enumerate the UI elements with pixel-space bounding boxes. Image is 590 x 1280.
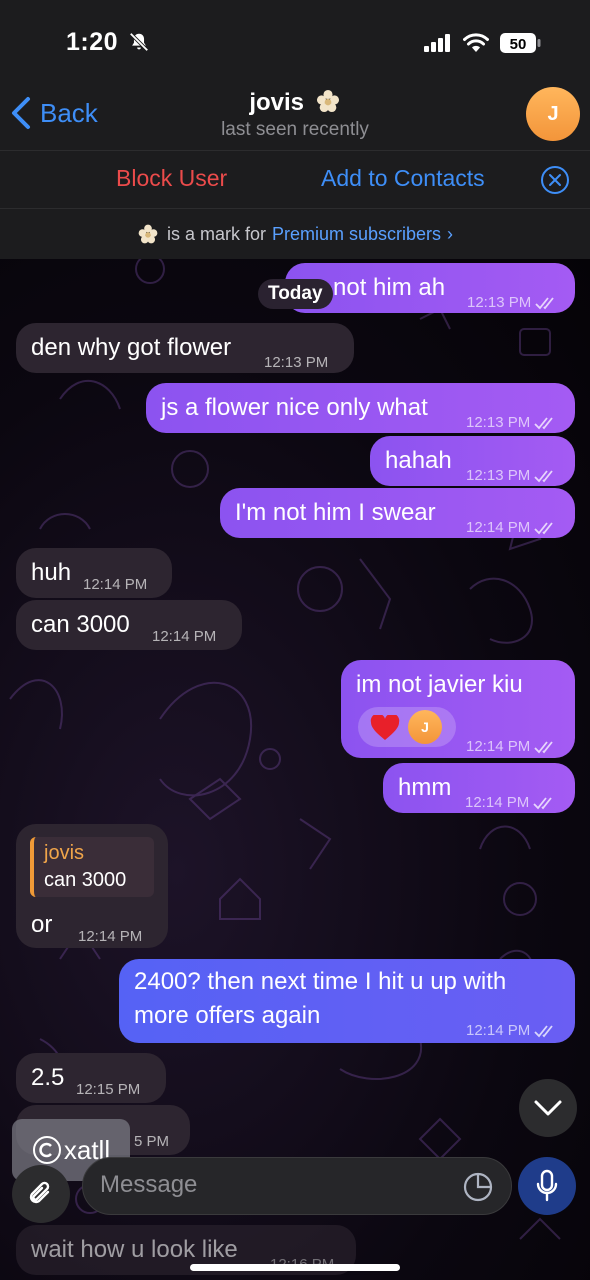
flower-icon — [138, 224, 158, 244]
message-time: 12:14 PM — [466, 513, 556, 543]
message-text: den why got flower — [31, 334, 232, 361]
message-placeholder: Message — [100, 1171, 198, 1198]
premium-notice[interactable]: is a mark for Premium subscribers › — [0, 208, 590, 259]
double-check-icon — [533, 797, 552, 810]
reply-author: jovis — [44, 842, 85, 864]
message-time: 12:14 PM — [465, 788, 555, 818]
reaction-avatar: J — [408, 710, 442, 744]
message-text-line2: more offers again — [134, 1002, 321, 1029]
message-bubble-incoming[interactable]: 2.5 12:15 PM — [16, 1053, 166, 1103]
message-time: 12:13 PM — [466, 408, 556, 438]
sticker-icon[interactable] — [462, 1171, 494, 1203]
microphone-icon — [536, 1169, 558, 1202]
message-bubble-outgoing[interactable]: 2400? then next time I hit u up with mor… — [119, 959, 575, 1043]
chat-title[interactable]: jovis — [0, 88, 590, 117]
copyright-icon — [32, 1136, 61, 1164]
heart-icon — [370, 715, 400, 740]
battery-icon: 50 — [500, 33, 541, 53]
double-check-icon — [534, 417, 553, 430]
reply-text: can 3000 — [44, 869, 127, 891]
message-text: js a flower nice only what — [161, 394, 428, 421]
double-check-icon — [534, 522, 553, 535]
home-indicator[interactable] — [190, 1264, 400, 1271]
premium-link[interactable]: Premium subscribers — [272, 224, 441, 245]
message-bubble-outgoing[interactable]: hahah 12:13 PM — [370, 436, 575, 486]
flower-icon — [316, 89, 339, 113]
message-time: 12:13 PM — [264, 354, 329, 371]
message-bubble-incoming[interactable]: huh 12:14 PM — [16, 548, 172, 598]
message-time: 12:14 PM — [152, 628, 217, 645]
avatar[interactable]: J — [526, 87, 580, 141]
double-check-icon — [534, 741, 553, 754]
wifi-icon — [463, 33, 489, 52]
action-bar: Block User Add to Contacts — [0, 150, 590, 208]
message-text: wait how u look like — [31, 1236, 238, 1263]
date-badge: Today — [258, 279, 333, 309]
chevron-down-icon — [534, 1100, 562, 1116]
message-time: 12:14 PM — [466, 1016, 556, 1046]
message-time: 12:13 PM — [467, 288, 557, 318]
chevron-right-icon: › — [447, 223, 454, 244]
message-text: huh — [31, 559, 72, 586]
paperclip-icon — [29, 1181, 50, 1204]
battery-level: 50 — [510, 36, 527, 53]
message-time: 12:13 PM — [466, 461, 556, 491]
chat-header: Back jovis last seen recently J — [0, 82, 590, 150]
message-time: 12:14 PM — [466, 732, 556, 762]
message-text: hahah — [385, 447, 452, 474]
message-bubble-incoming[interactable]: can 3000 12:14 PM — [16, 600, 242, 650]
double-check-icon — [534, 1025, 553, 1038]
contact-name: jovis — [249, 89, 305, 116]
message-time: 12:15 PM — [76, 1081, 141, 1098]
message-bubble-outgoing[interactable]: js a flower nice only what 12:13 PM — [146, 383, 575, 433]
status-time: 1:20 — [66, 28, 119, 56]
message-bubble-outgoing[interactable]: I'm not him I swear 12:14 PM — [220, 488, 575, 538]
message-text: I'm not him I swear — [235, 499, 436, 526]
last-seen-status: last seen recently — [221, 119, 369, 140]
message-text: im not javier kiu — [356, 671, 523, 698]
message-text: or — [31, 911, 53, 938]
premium-text: is a mark for — [166, 223, 266, 244]
voice-message-button[interactable] — [518, 1157, 576, 1215]
message-time: 12:14 PM — [83, 576, 148, 593]
scroll-to-bottom-button[interactable] — [519, 1079, 577, 1137]
message-time: 12:14 PM — [78, 928, 143, 945]
message-bubble-outgoing[interactable]: hmm 12:14 PM — [383, 763, 575, 813]
signal-icon — [424, 34, 450, 52]
double-check-icon — [534, 470, 553, 483]
chat-area[interactable]: not him ah 12:13 PM Today den why got fl… — [0, 259, 590, 1280]
status-bar: 1:20 50 — [0, 0, 590, 82]
add-to-contacts-button[interactable]: Add to Contacts — [321, 165, 485, 192]
close-circle-icon[interactable] — [540, 165, 570, 195]
message-text-line1: 2400? then next time I hit u up with — [134, 968, 507, 995]
double-check-icon — [535, 297, 554, 310]
message-time: 5 PM — [134, 1133, 170, 1150]
attach-button[interactable] — [12, 1165, 70, 1223]
message-text: can 3000 — [31, 611, 130, 638]
block-user-button[interactable]: Block User — [116, 165, 227, 192]
message-text: not him ah — [333, 274, 446, 301]
message-text: hmm — [398, 774, 452, 801]
message-bubble-incoming[interactable]: den why got flower 12:13 PM — [16, 323, 354, 373]
message-text: 2.5 — [31, 1064, 65, 1091]
bell-slash-icon — [129, 32, 149, 52]
